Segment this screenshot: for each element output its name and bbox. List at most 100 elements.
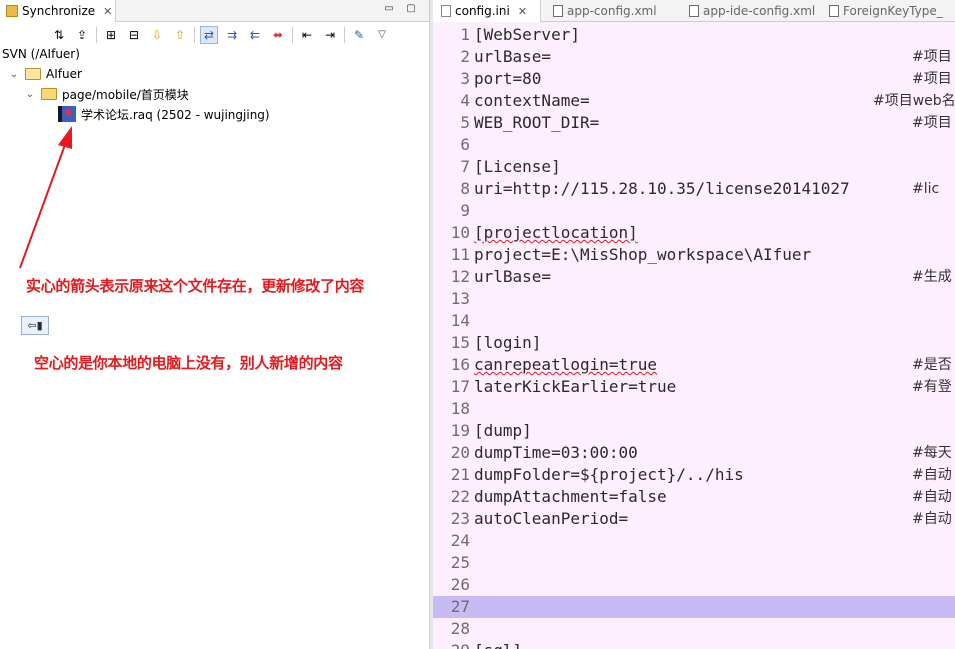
hollow-arrow-note: 空心的是你本地的电脑上没有，别人新增的内容 [34,354,343,372]
code-text: [License] [474,157,561,176]
code-line[interactable]: 17 laterKickEarlier=true #有登 [433,376,955,398]
tab-foreignkeytype[interactable]: ForeignKeyType_ [821,0,943,22]
code-line[interactable]: 21 dumpFolder=${project}/../his #自动 [433,464,955,486]
code-line[interactable]: 4 contextName= #项目web名 [433,90,955,112]
code-text: dumpFolder=${project}/../his [474,465,744,484]
conflicts-mode-icon[interactable]: ⬌ [269,26,287,44]
code-line[interactable]: 22 dumpAttachment=false #自动 [433,486,955,508]
code-line[interactable]: 25 [433,552,955,574]
line-number: 3 [460,69,470,88]
editor-text-area[interactable]: 1 [WebServer] 2 urlBase= #项目 3 port=80 #项目 4 cont… [433,22,955,649]
code-line[interactable]: 7 [License] [433,156,955,178]
tree-item-project[interactable]: ⌄ AIfuer [8,65,82,83]
minimize-icon[interactable]: ▭ [381,2,397,16]
sync-icon[interactable]: ⇅ [50,26,68,44]
toolbar-separator [194,27,195,43]
code-line[interactable]: 8 uri=http://115.28.10.35/license20141027… [433,178,955,200]
code-text: [login] [474,333,542,352]
code-line[interactable]: 6 [433,134,955,156]
commit-icon[interactable]: ⇪ [73,26,91,44]
code-comment: #项目 [912,71,952,87]
line-number: 10 [450,223,470,242]
xml-file-icon [553,5,563,17]
incoming-icon[interactable]: ⇩ [148,26,166,44]
code-line[interactable]: 10 [projectlocation] [433,222,955,244]
tree-item-label: 学术论坛.raq (2502 - wujingjing) [81,107,270,122]
code-line[interactable]: 9 [433,200,955,222]
tab-config-ini[interactable]: config.ini ✕ [433,0,541,22]
line-number: 29 [433,640,470,649]
code-text: project=E:\MisShop_workspace\AIfuer [474,245,812,264]
tab-app-ide-config-xml[interactable]: app-ide-config.xml [681,0,815,22]
code-line[interactable]: 11 project=E:\MisShop_workspace\AIfuer [433,244,955,266]
toolbar-separator [344,27,345,43]
tree-item-folder[interactable]: ⌄ page/mobile/首页模块 [24,85,189,103]
toolbar-separator [96,27,97,43]
tree-item-label: AIfuer [46,67,82,81]
outgoing-icon[interactable]: ⇧ [171,26,189,44]
synchronize-tab-icon [6,5,18,17]
chevron-down-icon[interactable]: ⌄ [24,89,36,100]
code-line[interactable]: 2 urlBase= #项目 [433,46,955,68]
synchronize-tab-label: Synchronize [22,4,96,18]
synchronize-view: Synchronize ✕ ▭ ▢ ⇅ ⇪ ⊞ ⊟ ⇩ ⇧ ⇄ ⇉ ⇇ ⬌ ⇤ … [0,0,429,649]
code-text: dumpAttachment=false [474,487,667,506]
code-text: dumpTime=03:00:00 [474,443,638,462]
line-number: 12 [450,267,470,286]
close-icon[interactable]: ✕ [518,5,527,18]
code-line[interactable]: 15 [login] [433,332,955,354]
code-comment: #生成 [912,269,952,285]
line-number: 26 [450,575,470,594]
code-text: [sql] [474,640,522,649]
incoming-mode-icon[interactable]: ⇇ [246,26,264,44]
code-line[interactable]: 16 canrepeatlogin=true #是否 [433,354,955,376]
code-line[interactable]: 28 [433,618,955,640]
outgoing-mode-icon[interactable]: ⇉ [223,26,241,44]
code-line[interactable]: 14 [433,310,955,332]
code-line[interactable]: 20 dumpTime=03:00:00 #每天 [433,442,955,464]
chevron-down-icon[interactable]: ⌄ [8,69,20,80]
toolbar-separator [292,27,293,43]
tab-label: config.ini [455,4,510,18]
code-line[interactable]: 5 WEB_ROOT_DIR= #项目 [433,112,955,134]
code-line[interactable]: 27 [433,596,955,618]
code-line[interactable]: 24 [433,530,955,552]
collapse-all-icon[interactable]: ⊟ [125,26,143,44]
code-comment: #lic [912,181,940,197]
code-comment: #项目web名 [873,93,955,109]
incoming-change-file-icon [58,106,76,122]
expand-all-icon[interactable]: ⊞ [102,26,120,44]
line-number: 14 [450,311,470,330]
synchronize-tab[interactable]: Synchronize ✕ [0,0,116,22]
code-line[interactable]: 26 [433,574,955,596]
next-change-icon[interactable]: ⇥ [321,26,339,44]
code-line[interactable]: 19 [dump] [433,420,955,442]
previous-change-icon[interactable]: ⇤ [298,26,316,44]
tree-item-file[interactable]: 学术论坛.raq (2502 - wujingjing) [58,105,270,123]
show-changes-icon[interactable]: ✎ [350,26,368,44]
code-comment: #自动 [912,511,952,527]
line-number: 23 [450,509,470,528]
code-line[interactable]: 13 [433,288,955,310]
code-text: WEB_ROOT_DIR= [474,113,600,132]
code-line[interactable]: 29 [sql] [433,640,955,649]
code-line[interactable]: 1 [WebServer] [433,24,955,46]
line-number: 16 [450,355,470,374]
tree-item-label: page/mobile/首页模块 [62,87,189,102]
line-number: 18 [450,399,470,418]
close-icon[interactable]: ✕ [103,5,112,18]
line-number: 8 [460,179,470,198]
incoming-outgoing-mode-icon[interactable]: ⇄ [200,26,218,44]
code-line[interactable]: 12 urlBase= #生成 [433,266,955,288]
line-number: 5 [460,113,470,132]
code-line[interactable]: 23 autoCleanPeriod= #自动 [433,508,955,530]
code-line[interactable]: 3 port=80 #项目 [433,68,955,90]
maximize-icon[interactable]: ▢ [403,2,419,16]
code-text: canrepeatlogin=true [474,355,658,374]
view-menu-icon[interactable]: ▽ [373,26,391,44]
line-number: 11 [450,245,470,264]
tab-app-config-xml[interactable]: app-config.xml [545,0,657,22]
line-number: 27 [450,597,470,616]
line-number: 17 [450,377,470,396]
code-line[interactable]: 18 [433,398,955,420]
